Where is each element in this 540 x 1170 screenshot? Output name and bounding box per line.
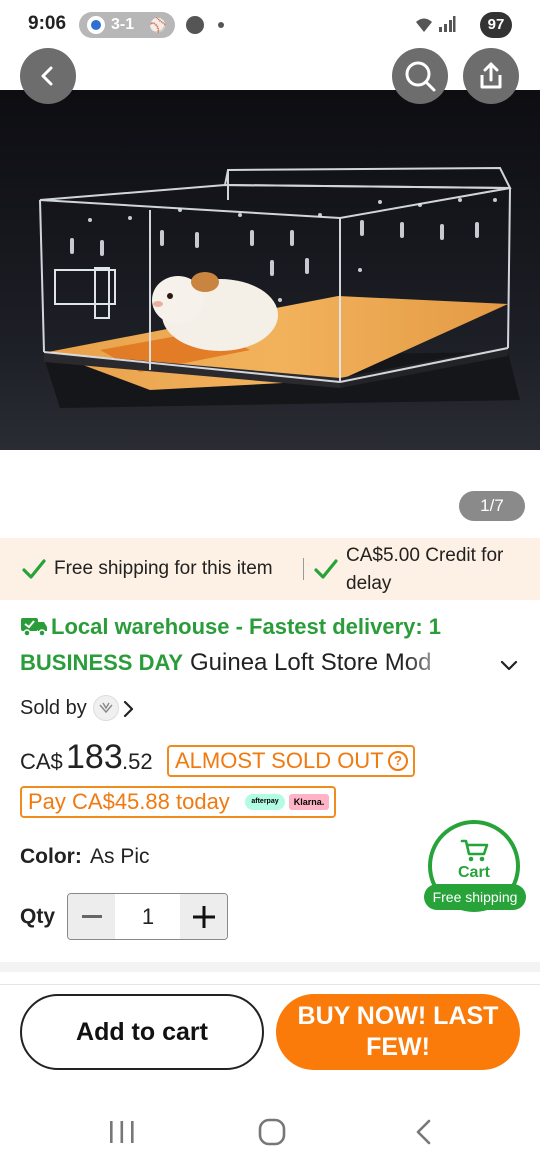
signal-icon	[439, 16, 456, 32]
buy-now-label: BUY NOW! LAST FEW!	[297, 1002, 499, 1061]
qty-decrement-button[interactable]	[68, 894, 115, 939]
wifi-icon	[416, 18, 432, 32]
search-icon	[405, 61, 436, 92]
qty-label: Qty	[20, 905, 56, 928]
status-right: 97	[372, 12, 512, 38]
share-icon	[480, 62, 502, 89]
back-icon[interactable]	[412, 1118, 436, 1146]
cart-free-shipping-badge: Free shipping	[424, 884, 526, 910]
qty-increment-button[interactable]	[180, 894, 227, 939]
product-image[interactable]	[0, 90, 540, 450]
image-counter: 1/7	[459, 491, 525, 521]
help-icon[interactable]: ?	[388, 751, 408, 771]
check-icon	[22, 559, 46, 579]
store-logo-icon	[99, 702, 113, 714]
share-button[interactable]	[463, 48, 519, 104]
free-shipping-text: Free shipping for this item	[54, 558, 273, 579]
installment-text: Pay CA$45.88 today	[28, 789, 230, 814]
chevron-right-icon[interactable]	[121, 699, 135, 719]
divider	[303, 558, 304, 580]
battery-indicator: 97	[480, 12, 512, 38]
product-title: Guinea Loft Store Mod	[190, 649, 432, 676]
notification-dot-icon	[218, 22, 224, 28]
recent-apps-icon[interactable]	[108, 1120, 136, 1144]
klarna-logo: Klarna.	[289, 794, 329, 810]
price-main: 183	[66, 738, 123, 776]
team-logo-icon	[87, 16, 105, 34]
sold-by-label: Sold by	[20, 697, 87, 719]
add-to-cart-button[interactable]: Add to cart	[20, 994, 264, 1070]
team-logo-icon-2: ⚾	[149, 17, 167, 33]
warehouse-delivery-text: Local warehouse - Fastest delivery: 1	[51, 614, 442, 639]
divider	[0, 984, 540, 985]
live-score-pill: 3-1 ⚾	[79, 12, 175, 38]
chevron-left-icon	[41, 66, 53, 86]
section-separator	[0, 962, 540, 972]
cart-label: Cart	[457, 864, 490, 881]
delivery-truck-icon	[21, 618, 47, 637]
status-bar: 9:06 3-1 ⚾ 97	[0, 0, 540, 50]
color-value[interactable]: As Pic	[90, 845, 150, 869]
status-time: 9:06	[28, 13, 67, 34]
buy-now-button[interactable]: BUY NOW! LAST FEW!	[276, 994, 520, 1070]
qty-value[interactable]: 1	[115, 894, 181, 939]
search-button[interactable]	[392, 48, 448, 104]
home-icon[interactable]	[258, 1118, 286, 1146]
chevron-down-icon[interactable]	[498, 657, 520, 673]
cart-icon	[460, 839, 489, 862]
minus-icon	[81, 914, 102, 918]
back-button[interactable]	[20, 48, 76, 104]
product-image-illustration	[0, 90, 540, 450]
price-currency: CA$	[20, 749, 63, 774]
gallery-footer	[0, 450, 540, 538]
almost-sold-out-badge: ALMOST SOLD OUT	[167, 745, 415, 777]
afterpay-logo: afterpay	[245, 794, 285, 810]
delay-credit-text: CA$5.00 Credit for delay	[346, 545, 504, 594]
warehouse-delivery-text-2: BUSINESS DAY	[20, 650, 184, 675]
price-cents: .52	[122, 749, 153, 774]
check-icon	[314, 559, 338, 579]
store-logo[interactable]	[93, 695, 119, 721]
basketball-icon	[186, 16, 204, 34]
quantity-stepper: 1	[67, 893, 228, 940]
color-label: Color:	[20, 845, 82, 868]
score-text: 3-1	[111, 16, 135, 33]
plus-icon	[192, 905, 215, 928]
